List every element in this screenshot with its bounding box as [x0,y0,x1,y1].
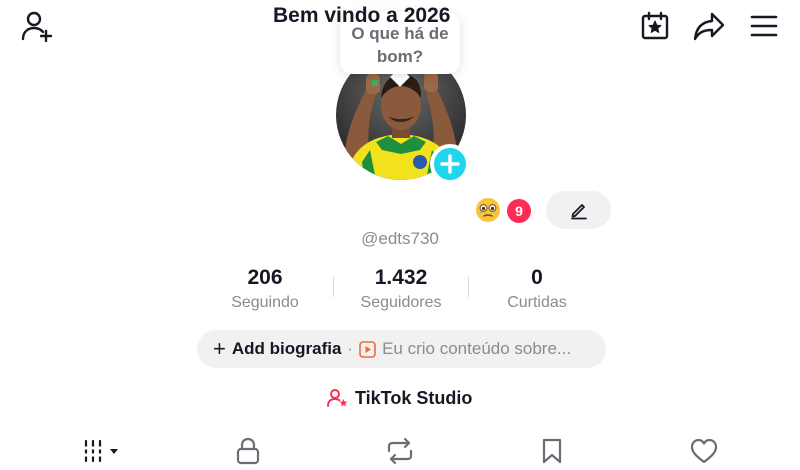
bookmark-icon [542,438,562,464]
stat-likes[interactable]: 0 Curtidas [467,265,607,314]
edit-profile-button[interactable] [546,191,611,229]
play-square-icon [359,340,376,358]
studio-person-star-icon [327,389,348,407]
emoji-icon [474,196,502,224]
tab-reposts[interactable] [378,432,422,470]
lock-icon [236,437,260,465]
stat-label: Seguidores [360,294,442,311]
calendar-star-icon[interactable] [636,8,674,44]
bubble-text: O que há de bom? [351,24,449,66]
tab-videos[interactable] [80,432,124,470]
bio-separator: · [347,339,354,358]
add-photo-button[interactable] [430,144,470,184]
heart-icon [690,438,718,464]
tab-favorites[interactable] [530,432,574,470]
studio-label: TikTok Studio [355,387,473,408]
add-friend-icon[interactable] [18,8,58,44]
pencil-icon [570,204,587,220]
stat-value: 206 [247,266,283,289]
stat-label: Curtidas [507,294,567,311]
add-bio-button[interactable]: + Add biografia · Eu crio conteúdo sobre… [197,330,606,368]
stat-following[interactable]: 206 Seguindo [195,265,335,314]
stat-label: Seguindo [231,294,299,311]
repost-icon [387,437,413,465]
add-bio-label: Add biografia [231,339,342,358]
bio-hint: Eu crio conteúdo sobre... [382,339,572,358]
stat-value: 0 [531,266,543,289]
display-name: Bem vindo a 2026 [273,4,451,27]
menu-icon[interactable] [744,8,784,44]
grid-icon [81,439,118,463]
share-icon[interactable] [690,8,728,44]
tiktok-studio-link[interactable]: TikTok Studio [327,385,472,411]
tab-private[interactable] [226,432,270,470]
plus-icon: + [213,336,226,361]
username-handle: @edts730 [361,229,439,248]
notification-badge[interactable]: 9 [507,199,531,223]
tab-liked[interactable] [682,432,726,470]
stat-value: 1.432 [374,266,428,289]
stat-followers[interactable]: 1.432 Seguidores [331,265,471,314]
